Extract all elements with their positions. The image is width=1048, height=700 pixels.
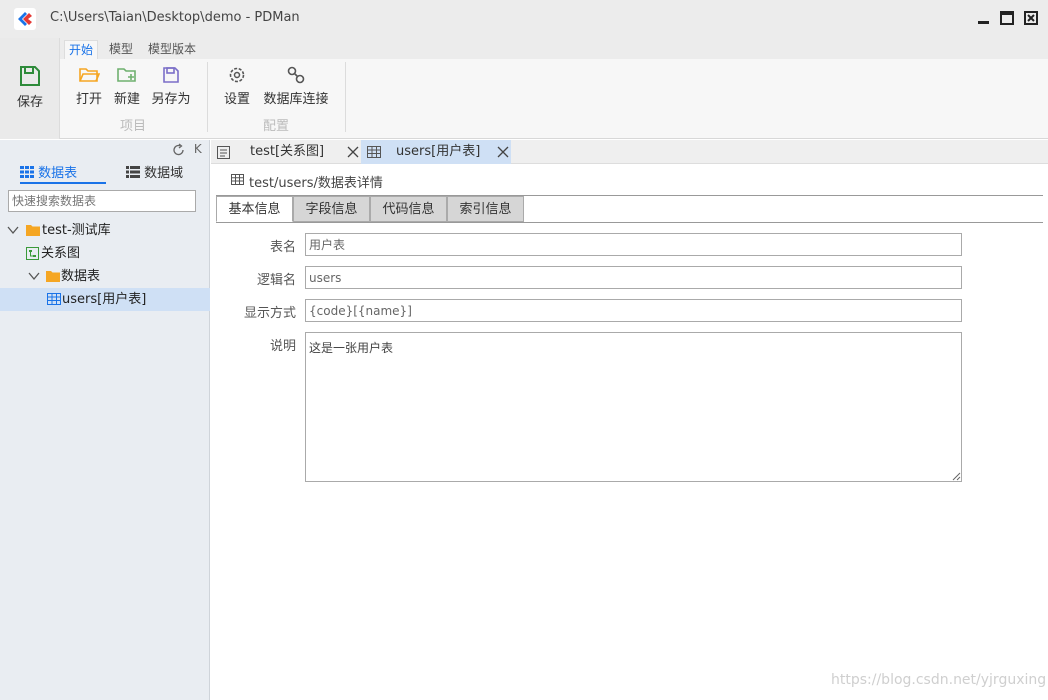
- breadcrumb-text: test/users/数据表详情: [249, 176, 383, 191]
- left-panel-tools: K: [172, 142, 202, 157]
- tab-tables-label: 数据表: [38, 166, 78, 181]
- diagram-icon: [217, 146, 230, 159]
- chevron-down-icon[interactable]: [28, 270, 40, 282]
- ribbon-tab-model[interactable]: 模型: [105, 40, 137, 59]
- grid-icon: [20, 166, 34, 178]
- tab-domains-label: 数据域: [144, 166, 184, 181]
- diagram-icon: [26, 247, 39, 260]
- project-group-label: 项目: [120, 119, 147, 134]
- folder-icon: [46, 271, 60, 282]
- tab-domains[interactable]: 数据域: [126, 162, 196, 184]
- sub-tab-code-info[interactable]: 代码信息: [370, 196, 447, 222]
- gear-icon: [229, 67, 245, 83]
- description-label: 说明: [269, 339, 296, 354]
- ribbon: 保存 打开 新建 另存为 项目 设置 数据库连接 配置: [0, 38, 1048, 139]
- display-mode-input[interactable]: [305, 299, 962, 322]
- save-as-icon: [163, 67, 179, 83]
- content-area: test[关系图] users[用户表] test/users/数据表详情 基本…: [211, 140, 1048, 700]
- ribbon-tab-model-version[interactable]: 模型版本: [144, 40, 200, 59]
- sub-tab-field-info[interactable]: 字段信息: [293, 196, 370, 222]
- document-tabs: test[关系图] users[用户表]: [211, 140, 1048, 164]
- doc-tab-label: users[用户表]: [396, 144, 481, 159]
- ribbon-separator: [345, 62, 346, 132]
- folder-add-icon: [117, 68, 136, 82]
- tree-item-label: 关系图: [41, 246, 81, 261]
- open-button[interactable]: 打开: [73, 65, 105, 107]
- table-name-label: 表名: [269, 240, 296, 255]
- table-name-input[interactable]: [305, 233, 962, 256]
- collapse-panel-button[interactable]: K: [194, 142, 202, 156]
- table-icon: [231, 174, 244, 185]
- settings-button[interactable]: 设置: [221, 65, 253, 107]
- tree-item-diagram[interactable]: 关系图: [0, 242, 210, 265]
- tree-item-label: test-测试库: [42, 223, 111, 238]
- list-icon: [126, 166, 140, 178]
- title-bar: C:\Users\Taian\Desktop\demo - PDMan: [0, 0, 1048, 38]
- tree-item-label: users[用户表]: [62, 292, 147, 307]
- app-logo-icon: [14, 8, 36, 30]
- doc-tab-users[interactable]: users[用户表]: [361, 140, 511, 164]
- left-panel: K 数据表 数据域 test-测试库: [0, 140, 210, 700]
- save-area: 保存: [0, 38, 60, 139]
- folder-open-icon: [79, 68, 100, 82]
- ribbon-tab-start[interactable]: 开始: [64, 40, 99, 59]
- display-mode-label: 显示方式: [243, 306, 296, 321]
- chevron-down-icon[interactable]: [7, 224, 19, 236]
- maximize-icon[interactable]: [1000, 11, 1014, 25]
- tab-tables[interactable]: 数据表: [20, 162, 106, 184]
- db-connection-button[interactable]: 数据库连接: [259, 65, 333, 107]
- sub-tab-basic-info[interactable]: 基本信息: [216, 196, 293, 222]
- open-label: 打开: [75, 92, 102, 107]
- close-tab-icon[interactable]: [347, 146, 359, 158]
- save-button[interactable]: 保存: [13, 64, 47, 110]
- save-as-label: 另存为: [151, 92, 191, 107]
- tree-item-database[interactable]: test-测试库: [0, 219, 210, 242]
- logical-name-label: 逻辑名: [256, 273, 296, 288]
- tree-item-tables-folder[interactable]: 数据表: [0, 265, 210, 288]
- close-icon[interactable]: [1024, 11, 1038, 25]
- folder-icon: [26, 225, 40, 236]
- table-search-input[interactable]: [8, 190, 196, 212]
- sub-tab-index-info[interactable]: 索引信息: [447, 196, 524, 222]
- save-label: 保存: [16, 95, 43, 110]
- minimize-icon[interactable]: [977, 11, 991, 25]
- divider: [216, 222, 1043, 223]
- config-group-label: 配置: [263, 119, 290, 134]
- tree-item-users-table[interactable]: users[用户表]: [0, 288, 210, 311]
- new-label: 新建: [113, 92, 140, 107]
- link-icon: [287, 66, 305, 84]
- doc-tab-label: test[关系图]: [250, 144, 325, 159]
- ribbon-tab-bar: 开始 模型 模型版本: [0, 38, 1048, 91]
- description-textarea[interactable]: 这是一张用户表: [305, 332, 962, 482]
- ribbon-separator: [207, 62, 208, 132]
- left-panel-tabs: 数据表 数据域: [0, 160, 210, 184]
- refresh-icon[interactable]: [172, 142, 186, 157]
- tree-item-label: 数据表: [61, 269, 101, 284]
- table-icon: [47, 293, 61, 305]
- doc-tab-diagram[interactable]: test[关系图]: [211, 140, 361, 164]
- db-connection-label: 数据库连接: [263, 92, 329, 107]
- save-icon: [20, 66, 40, 86]
- close-tab-icon[interactable]: [497, 146, 509, 158]
- table-icon: [367, 146, 381, 158]
- window-title: C:\Users\Taian\Desktop\demo - PDMan: [50, 10, 300, 25]
- watermark: https://blog.csdn.net/yjrguxing: [831, 672, 1047, 688]
- settings-label: 设置: [223, 92, 250, 107]
- resize-grip-icon[interactable]: [952, 472, 961, 481]
- save-as-button[interactable]: 另存为: [149, 65, 193, 107]
- new-button[interactable]: 新建: [111, 65, 143, 107]
- logical-name-input[interactable]: [305, 266, 962, 289]
